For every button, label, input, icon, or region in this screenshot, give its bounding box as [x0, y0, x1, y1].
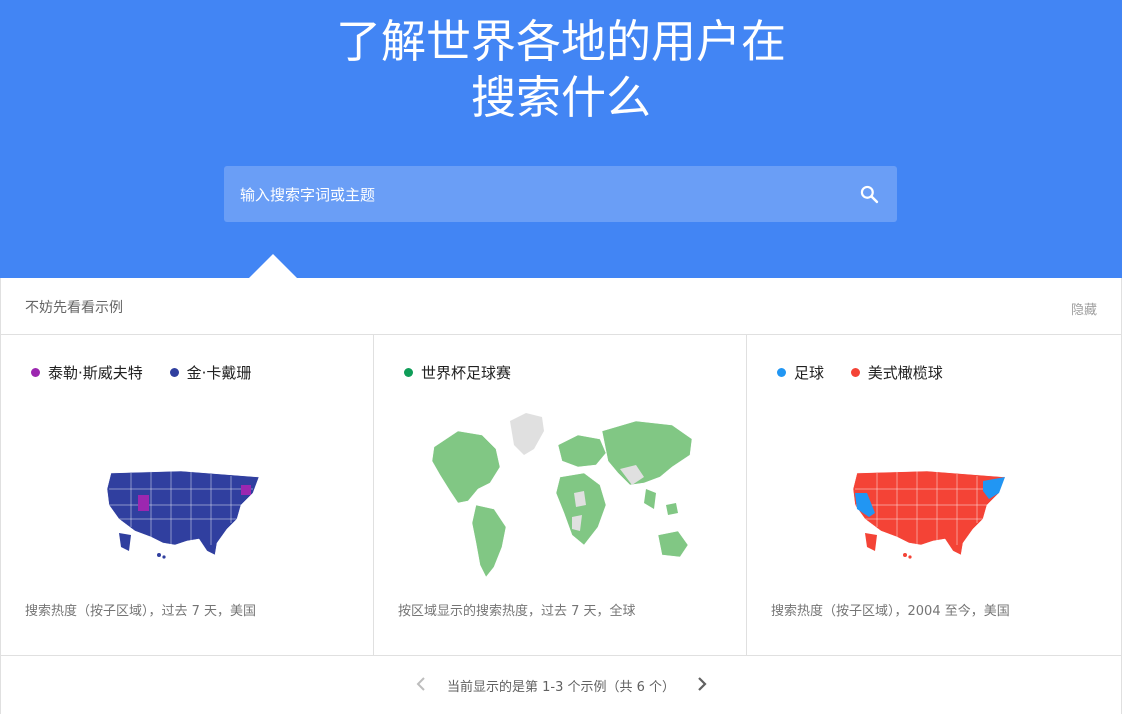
- example-card[interactable]: 足球 美式橄榄球 搜索热度（按子区域），2004 至今，美国: [747, 335, 1120, 655]
- card-legend: 泰勒·斯威夫特 金·卡戴珊: [31, 362, 273, 383]
- title-line-1: 了解世界各地的用户在: [335, 15, 786, 68]
- card-caption: 按区域显示的搜索热度，过去 7 天，全球: [398, 604, 636, 619]
- legend-label: 世界杯足球赛: [421, 364, 512, 382]
- example-cards: 泰勒·斯威夫特 金·卡戴珊 搜索热度（按子区域），过去 7 天，美国 世界杯足球…: [1, 335, 1121, 655]
- legend-label: 美式橄榄球: [867, 364, 943, 382]
- legend-item: 美式橄榄球: [850, 362, 943, 383]
- panel-caret: [249, 254, 297, 278]
- pager: 当前显示的是第 1-3 个示例（共 6 个）: [1, 655, 1121, 713]
- panel-header: 不妨先看看示例 隐藏: [1, 278, 1121, 335]
- search-bar: [224, 166, 897, 224]
- examples-heading: 不妨先看看示例: [25, 300, 123, 316]
- legend-dot: [31, 368, 40, 377]
- legend-dot: [850, 368, 860, 377]
- legend-item: 世界杯足球赛: [404, 362, 511, 383]
- hide-button[interactable]: 隐藏: [1071, 299, 1097, 318]
- legend-item: 足球: [777, 362, 824, 383]
- legend-item: 泰勒·斯威夫特: [31, 362, 143, 383]
- search-icon[interactable]: [859, 184, 879, 204]
- card-legend: 世界杯足球赛: [404, 362, 533, 383]
- example-card[interactable]: 世界杯足球赛 按区域显示的搜索热度，过去 7 天，全球: [374, 335, 747, 655]
- legend-label: 足球: [794, 364, 825, 382]
- chevron-right-icon[interactable]: [695, 675, 709, 693]
- legend-label: 泰勒·斯威夫特: [48, 364, 143, 382]
- us-map: [852, 470, 1006, 559]
- legend-label: 金·卡戴珊: [186, 364, 252, 382]
- pager-status: 当前显示的是第 1-3 个示例（共 6 个）: [446, 680, 676, 695]
- us-map: [106, 470, 260, 559]
- card-caption: 搜索热度（按子区域），过去 7 天，美国: [25, 604, 257, 619]
- title-line-2: 搜索什么: [470, 71, 651, 124]
- card-caption: 搜索热度（按子区域），2004 至今，美国: [771, 604, 1010, 619]
- legend-dot: [169, 368, 179, 377]
- card-legend: 足球 美式橄榄球: [777, 362, 965, 383]
- world-map: [431, 413, 693, 578]
- page-title: 了解世界各地的用户在 搜索什么: [0, 14, 1122, 126]
- legend-dot: [404, 368, 413, 377]
- examples-panel: 不妨先看看示例 隐藏 泰勒·斯威夫特 金·卡戴珊 搜索热度（按子区域），过去 7…: [0, 278, 1122, 714]
- legend-dot: [777, 368, 786, 377]
- search-input[interactable]: [238, 166, 822, 224]
- legend-item: 金·卡戴珊: [169, 362, 252, 383]
- example-card[interactable]: 泰勒·斯威夫特 金·卡戴珊 搜索热度（按子区域），过去 7 天，美国: [1, 335, 374, 655]
